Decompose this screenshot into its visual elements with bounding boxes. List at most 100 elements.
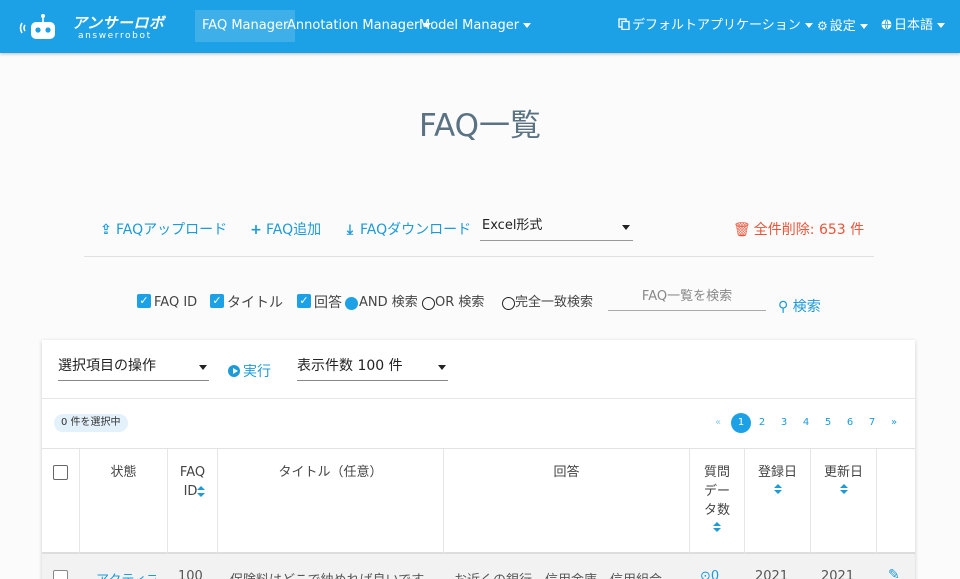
row-created: 2021 bbox=[755, 569, 789, 579]
table-row[interactable]: アクティブ 100 保険料はどこで納めれば良いです お近くの銀行、信用金庫、信用… bbox=[42, 554, 915, 579]
pagination-page-1[interactable]: 1 bbox=[731, 413, 751, 433]
header-select-cell bbox=[42, 449, 80, 553]
row-qdata-count: 0 bbox=[710, 569, 720, 579]
mode-and-radio[interactable] bbox=[345, 297, 358, 310]
settings-label: 設定 bbox=[829, 19, 856, 34]
globe-icon bbox=[881, 19, 892, 30]
header-qdata-label-1: 質問 bbox=[703, 465, 730, 480]
filter-faq-id-checkbox[interactable]: ✓ bbox=[137, 294, 151, 308]
row-answer: お近くの銀行、信用金庫、信用組合 bbox=[454, 569, 679, 579]
pagination-page-5[interactable]: 5 bbox=[819, 413, 837, 433]
run-button-label: 実行 bbox=[243, 364, 271, 380]
language-menu[interactable]: 日本語 bbox=[881, 10, 946, 42]
robot-logo-icon bbox=[19, 14, 55, 39]
pagination-page-2[interactable]: 2 bbox=[753, 413, 771, 433]
row-updated: 2021 bbox=[821, 569, 855, 579]
faq-search-input[interactable] bbox=[608, 282, 766, 310]
header-faq-id[interactable]: FAQ ID bbox=[168, 449, 218, 553]
header-answer-label: 回答 bbox=[553, 465, 580, 480]
header-qdata-label-2: デー bbox=[703, 484, 730, 499]
header-question-data[interactable]: 質問 デー タ数 bbox=[690, 449, 745, 553]
pagination-page-6[interactable]: 6 bbox=[841, 413, 859, 433]
edit-icon[interactable]: ✎ bbox=[888, 567, 900, 579]
pagination-page-7[interactable]: 7 bbox=[863, 413, 881, 433]
nav-model-manager[interactable]: Model Manager bbox=[419, 10, 532, 42]
faq-list-card: 選択項目の操作 実行 表示件数 100 件 0 件を選択中 « 1 2 3 4 … bbox=[42, 340, 915, 579]
nav-annotation-manager-label: Annotation Manager bbox=[287, 18, 420, 33]
delete-all-label: 全件削除: 653 件 bbox=[753, 222, 865, 238]
per-page-select[interactable]: 表示件数 100 件 bbox=[297, 354, 448, 381]
pagination-next[interactable]: » bbox=[885, 413, 903, 433]
faq-download-button[interactable]: ⤓ FAQダウンロード bbox=[343, 219, 471, 239]
faq-add-button[interactable]: + FAQ追加 bbox=[249, 219, 321, 239]
delete-all-button[interactable]: 🗑 全件削除: 653 件 bbox=[733, 219, 864, 239]
header-updated-label: 更新日 bbox=[823, 465, 863, 480]
table-header: 状態 FAQ ID タイトル（任意） 回答 質問 デー タ数 登録日 更新日 bbox=[42, 448, 915, 554]
select-all-checkbox[interactable] bbox=[53, 465, 68, 480]
plus-icon: + bbox=[250, 222, 262, 238]
nav-annotation-manager[interactable]: Annotation Manager bbox=[287, 10, 432, 42]
nav-faq-manager[interactable]: FAQ Manager bbox=[195, 10, 296, 42]
filter-answer-checkbox[interactable]: ✓ bbox=[297, 294, 311, 308]
faq-search-field[interactable] bbox=[608, 282, 766, 311]
header-faq-id-label-1: FAQ bbox=[179, 465, 206, 480]
selected-count-badge: 0 件を選択中 bbox=[54, 414, 128, 432]
app-selector[interactable]: デフォルトアプリケーション bbox=[618, 10, 813, 42]
run-button[interactable]: 実行 bbox=[228, 361, 271, 381]
row-status[interactable]: アクティブ bbox=[96, 569, 156, 579]
row-question-data[interactable]: ⊙0 bbox=[700, 569, 719, 579]
bulk-action-select[interactable]: 選択項目の操作 bbox=[58, 354, 209, 381]
upload-icon: ⇪ bbox=[100, 222, 112, 238]
chevron-down-icon bbox=[622, 225, 630, 230]
mode-exact-radio[interactable] bbox=[502, 297, 515, 310]
mode-exact-label: 完全一致検索 bbox=[515, 295, 594, 310]
filter-title-label: タイトル bbox=[227, 295, 283, 311]
page-title: FAQ一覧 bbox=[418, 108, 542, 144]
brand-name: アンサーロボ bbox=[72, 14, 165, 32]
logo[interactable]: アンサーロボ answerrobot bbox=[14, 10, 164, 44]
faq-upload-label: FAQアップロード bbox=[116, 222, 228, 238]
copy-icon bbox=[618, 18, 630, 31]
per-page-value: 表示件数 100 件 bbox=[297, 358, 403, 374]
link-icon: ⊙ bbox=[700, 569, 711, 579]
chevron-down-icon bbox=[937, 23, 946, 28]
filter-answer-label: 回答 bbox=[314, 295, 342, 311]
mode-and-label: AND 検索 bbox=[359, 295, 418, 310]
header-updated[interactable]: 更新日 bbox=[811, 449, 877, 553]
search-button-label: 検索 bbox=[792, 299, 821, 315]
pagination-page-3[interactable]: 3 bbox=[775, 413, 793, 433]
app-selector-label: デフォルトアプリケーション bbox=[632, 18, 801, 33]
navbar: アンサーロボ answerrobot FAQ Manager Annotatio… bbox=[0, 0, 960, 53]
mode-or-label: OR 検索 bbox=[435, 295, 485, 310]
trash-icon: 🗑 bbox=[733, 222, 751, 238]
pagination-page-4[interactable]: 4 bbox=[797, 413, 815, 433]
divider bbox=[84, 256, 874, 257]
chevron-down-icon bbox=[438, 365, 446, 370]
faq-upload-button[interactable]: ⇪ FAQアップロード bbox=[99, 219, 227, 239]
search-icon: ⚲ bbox=[778, 299, 789, 315]
download-format-select[interactable]: Excel形式 bbox=[480, 213, 633, 241]
row-checkbox[interactable] bbox=[53, 570, 68, 579]
chevron-down-icon bbox=[523, 23, 532, 28]
settings-menu[interactable]: ⚙ 設定 bbox=[817, 10, 868, 42]
pagination-prev[interactable]: « bbox=[709, 413, 727, 433]
divider bbox=[42, 398, 915, 399]
header-status: 状態 bbox=[80, 449, 168, 553]
chevron-down-icon bbox=[859, 24, 868, 29]
chevron-down-icon bbox=[804, 23, 813, 28]
header-title: タイトル（任意） bbox=[218, 449, 444, 553]
brand-subtitle: answerrobot bbox=[78, 31, 152, 41]
header-created[interactable]: 登録日 bbox=[745, 449, 811, 553]
filter-title-checkbox[interactable]: ✓ bbox=[210, 294, 224, 308]
header-title-label: タイトル（任意） bbox=[278, 465, 383, 480]
header-created-label: 登録日 bbox=[757, 465, 797, 480]
header-qdata-label-3: タ数 bbox=[703, 503, 730, 518]
play-icon bbox=[228, 365, 240, 377]
filter-faq-id-label: FAQ ID bbox=[154, 295, 198, 310]
search-button[interactable]: ⚲ 検索 bbox=[778, 296, 821, 316]
mode-or-radio[interactable] bbox=[422, 297, 435, 310]
row-title: 保険料はどこで納めれば良いです bbox=[230, 569, 435, 579]
row-faq-id: 100 bbox=[178, 569, 203, 579]
header-faq-id-label-2: ID bbox=[183, 484, 198, 499]
nav-model-manager-label: Model Manager bbox=[419, 18, 520, 33]
